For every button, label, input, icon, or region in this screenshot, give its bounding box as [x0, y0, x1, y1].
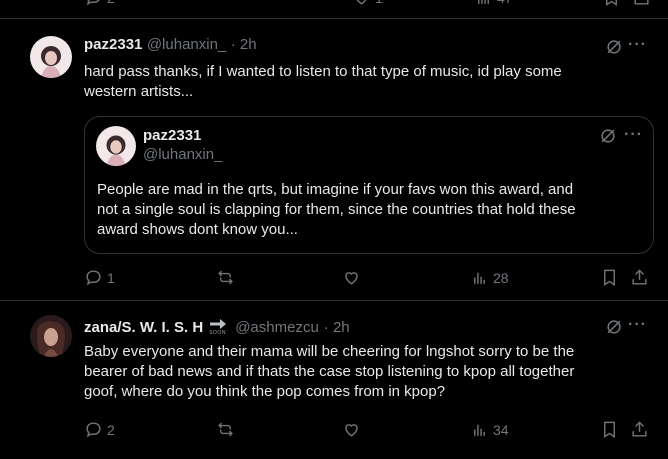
quote-text-line: not a single soul is clapping for them, … — [97, 201, 576, 218]
bookmark-button[interactable] — [600, 420, 619, 439]
grok-button[interactable] — [604, 317, 624, 342]
tweet-text-line: hard pass thanks, if I wanted to listen … — [84, 63, 562, 80]
quote-avatar-image — [96, 126, 136, 166]
display-name[interactable]: paz2331 — [84, 36, 142, 53]
repost-button[interactable] — [216, 420, 235, 439]
quote-text-line: People are mad in the qrts, but imagine … — [97, 181, 574, 198]
reply-button[interactable]: 2 — [84, 420, 115, 439]
bookmark-button[interactable] — [602, 0, 621, 7]
repost-icon — [218, 270, 233, 285]
tweet-text: Baby everyone and their mama will be che… — [84, 342, 664, 402]
share-icon — [632, 269, 647, 285]
reply-count: 1 — [107, 269, 115, 286]
like-button[interactable] — [342, 420, 361, 439]
quote-text-line: award shows dont know you... — [97, 221, 298, 238]
tweet-text: hard pass thanks, if I wanted to listen … — [84, 62, 659, 102]
like-button[interactable] — [342, 268, 361, 287]
handle[interactable]: @ashmezcu — [235, 319, 319, 336]
repost-button[interactable] — [216, 268, 235, 287]
reply-icon — [86, 0, 100, 6]
share-icon — [634, 0, 649, 5]
quote-more-options-button[interactable]: ··· — [624, 126, 643, 144]
tweet-text-line: bearer of bad news and if thats the case… — [84, 363, 575, 380]
views-icon — [478, 0, 489, 4]
display-name[interactable]: zana/S. W. I. S. H — [84, 319, 203, 336]
more-options-button[interactable]: ··· — [628, 316, 647, 334]
bookmark-button[interactable] — [600, 268, 619, 287]
like-count: 1 — [375, 0, 383, 6]
views-icon — [474, 272, 485, 284]
reply-button[interactable]: 2 — [84, 0, 115, 7]
grok-icon — [607, 320, 621, 334]
quote-avatar[interactable] — [96, 126, 136, 166]
share-button[interactable] — [630, 268, 649, 287]
quote-handle[interactable]: @luhanxin_ — [143, 146, 222, 163]
grok-icon — [607, 40, 621, 54]
tweet-action-bar: 2 34 — [84, 420, 654, 440]
tweet-action-bar: 1 28 — [84, 268, 654, 288]
avatar-image — [30, 36, 72, 78]
views-button[interactable]: 28 — [470, 268, 509, 287]
tweet-text-line: Baby everyone and their mama will be che… — [84, 343, 575, 360]
avatar-image — [30, 315, 72, 357]
timestamp[interactable]: · 2h — [231, 36, 257, 53]
views-button[interactable]: 47 — [474, 0, 513, 7]
avatar[interactable] — [30, 315, 72, 357]
reply-count: 2 — [107, 421, 115, 438]
tweet-text-line: goof, where do you think the pop comes f… — [84, 383, 446, 400]
reply-icon — [86, 422, 101, 438]
tweet-text-line: western artists... — [84, 83, 194, 100]
heart-icon — [356, 0, 367, 5]
grok-button[interactable] — [604, 37, 624, 62]
views-button[interactable]: 34 — [470, 420, 509, 439]
bookmark-icon — [604, 269, 615, 286]
like-button[interactable]: 1 — [352, 0, 383, 7]
divider — [0, 18, 668, 19]
soon-badge-text: SOON — [209, 330, 226, 336]
bookmark-icon — [604, 421, 615, 438]
more-options-button[interactable]: ··· — [628, 36, 647, 54]
handle[interactable]: @luhanxin_ — [147, 36, 226, 53]
quote-grok-button[interactable] — [598, 126, 618, 151]
previous-tweet-action-bar: 2 1 47 — [84, 0, 654, 8]
quote-display-name[interactable]: paz2331 — [143, 127, 201, 144]
avatar[interactable] — [30, 36, 72, 78]
bookmark-icon — [606, 0, 617, 6]
repost-icon — [218, 422, 233, 437]
heart-icon — [345, 272, 358, 285]
divider — [0, 300, 668, 301]
views-count: 28 — [493, 269, 509, 286]
timestamp[interactable]: · 2h — [324, 319, 350, 336]
views-count: 34 — [493, 421, 509, 438]
views-count: 47 — [497, 0, 513, 6]
reply-button[interactable]: 1 — [84, 268, 115, 287]
arrow-icon — [210, 319, 227, 329]
reply-icon — [86, 270, 101, 286]
views-icon — [474, 424, 485, 436]
quote-text: People are mad in the qrts, but imagine … — [97, 180, 647, 240]
reply-count: 2 — [107, 0, 115, 6]
tweet-header: paz2331 @luhanxin_ · 2h — [84, 36, 257, 54]
share-icon — [632, 421, 647, 437]
share-button[interactable] — [630, 420, 649, 439]
grok-icon — [601, 129, 615, 143]
tweet-header: zana/S. W. I. S. H SOON @ashmezcu · 2h — [84, 317, 350, 337]
soon-badge: SOON — [208, 317, 230, 337]
heart-icon — [345, 424, 358, 437]
share-button[interactable] — [632, 0, 651, 7]
